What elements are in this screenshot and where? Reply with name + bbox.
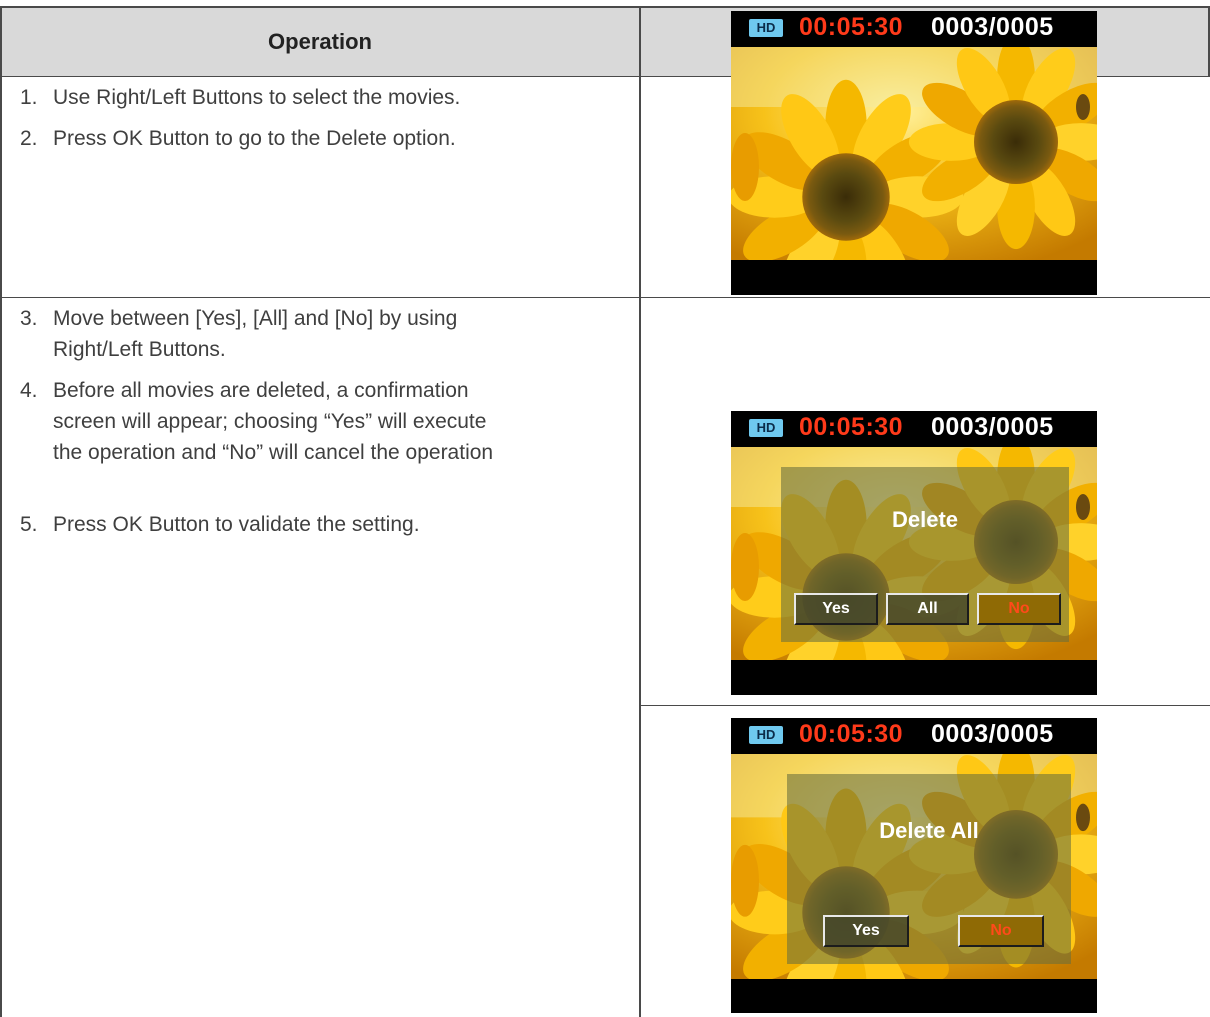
step-text: Press OK Button to go to the Delete opti…: [53, 127, 456, 150]
hd-icon: HD: [749, 419, 783, 437]
status-bar: HD 00:05:30 0003/0005: [731, 11, 1097, 47]
step-number: 3.: [20, 307, 38, 330]
table-border-left: [0, 6, 2, 1017]
display-screen-browse: HD 00:05:30 0003/0005: [731, 11, 1097, 295]
dialog-title: Delete: [891, 507, 959, 532]
step-text: Before all movies are deleted, a confirm…: [53, 379, 469, 402]
step-text: Press OK Button to validate the setting.: [53, 513, 420, 536]
step-text: Move between [Yes], [All] and [No] by us…: [53, 307, 458, 330]
time-readout: 00:05:30: [799, 13, 904, 41]
hd-icon: HD: [749, 19, 783, 37]
step-5: 5. Press OK Button to validate the settin…: [20, 509, 420, 540]
step-number: 2.: [20, 127, 38, 150]
step-text-cont: screen will appear; choosing “Yes” will …: [53, 410, 487, 433]
step-3: 3. Move between [Yes], [All] and [No] by …: [20, 303, 457, 365]
file-counter: 0003/0005: [931, 413, 1054, 441]
dialog-title: Delete All: [879, 818, 979, 843]
step-number: 4.: [20, 379, 38, 402]
screen-divider-line: [641, 705, 1210, 706]
step-2: 2. Press OK Button to go to the Delete op…: [20, 123, 456, 154]
step-text-cont: the operation and “No” will cancel the o…: [53, 441, 494, 464]
file-counter: 0003/0005: [931, 720, 1054, 748]
no-button[interactable]: No: [958, 915, 1044, 947]
display-screen-delete-all: HD 00:05:30 0003/0005 Delete All Yes No: [731, 718, 1097, 1013]
preview-image: [731, 47, 1097, 260]
all-button[interactable]: All: [886, 593, 969, 625]
yes-button[interactable]: Yes: [794, 593, 878, 625]
column-divider: [639, 6, 641, 1017]
step-number: 5.: [20, 513, 38, 536]
step-1: 1. Use Right/Left Buttons to select the m…: [20, 82, 460, 113]
row1-bottom-line: [0, 297, 1210, 298]
sunflower-image: [731, 47, 1097, 260]
status-bar: HD 00:05:30 0003/0005: [731, 411, 1097, 447]
header-operation: Operation: [268, 28, 372, 54]
time-readout: 00:05:30: [799, 413, 904, 441]
yes-button[interactable]: Yes: [823, 915, 909, 947]
time-readout: 00:05:30: [799, 720, 904, 748]
step-text-cont: Right/Left Buttons.: [53, 338, 226, 361]
file-counter: 0003/0005: [931, 13, 1054, 41]
status-bar: HD 00:05:30 0003/0005: [731, 718, 1097, 754]
display-screen-delete: HD 00:05:30 0003/0005 Delete Yes All No: [731, 411, 1097, 695]
no-button[interactable]: No: [977, 593, 1061, 625]
hd-icon: HD: [749, 726, 783, 744]
step-4: 4. Before all movies are deleted, a confi…: [20, 375, 493, 468]
table-border-top: [0, 6, 1210, 8]
step-number: 1.: [20, 86, 38, 109]
step-text: Use Right/Left Buttons to select the mov…: [53, 86, 461, 109]
